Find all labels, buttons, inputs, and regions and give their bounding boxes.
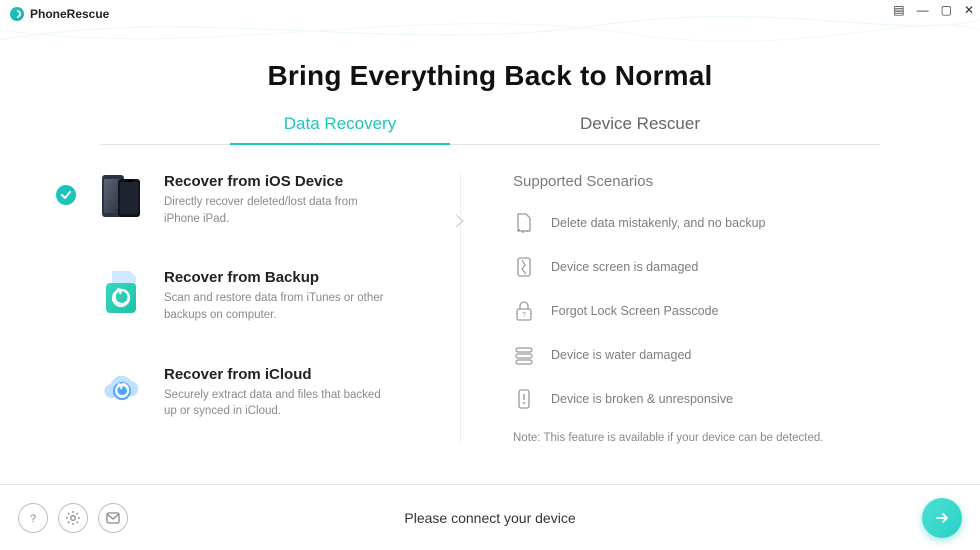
scenario-item: Device screen is damaged — [513, 256, 880, 278]
tab-device-rescuer[interactable]: Device Rescuer — [490, 114, 790, 144]
scenarios-note: Note: This feature is available if your … — [513, 432, 880, 444]
scenario-item: Device is water damaged — [513, 344, 880, 366]
svg-text:?: ? — [30, 513, 36, 525]
scenario-item: Delete data mistakenly, and no backup — [513, 212, 880, 234]
app-window: PhoneRescue ▤ — ▢ ✕ Bring Everything Bac… — [0, 0, 980, 550]
scenarios-heading: Supported Scenarios — [513, 173, 880, 190]
window-menu-icon[interactable]: ▤ — [893, 4, 904, 16]
next-button[interactable] — [922, 498, 962, 538]
main-content: Bring Everything Back to Normal Data Rec… — [0, 30, 980, 480]
window-close-button[interactable]: ✕ — [964, 4, 974, 16]
option-recover-backup[interactable]: Recover from Backup Scan and restore dat… — [100, 269, 460, 323]
option-recover-ios[interactable]: Recover from iOS Device Directly recover… — [100, 173, 460, 227]
option-icloud-title: Recover from iCloud — [164, 366, 384, 383]
water-damage-icon — [513, 344, 535, 366]
app-logo-icon — [10, 7, 24, 21]
option-backup-title: Recover from Backup — [164, 269, 384, 286]
window-minimize-button[interactable]: — — [917, 4, 929, 16]
option-icloud-desc: Securely extract data and files that bac… — [164, 387, 384, 420]
scenario-label: Forgot Lock Screen Passcode — [551, 304, 718, 318]
cracked-screen-icon — [513, 256, 535, 278]
option-icloud-text: Recover from iCloud Securely extract dat… — [164, 366, 384, 420]
help-button[interactable]: ? — [18, 503, 48, 533]
recovery-options: Recover from iOS Device Directly recover… — [100, 173, 460, 444]
option-ios-text: Recover from iOS Device Directly recover… — [164, 173, 384, 227]
title-bar: PhoneRescue ▤ — ▢ ✕ — [0, 0, 980, 28]
option-ios-desc: Directly recover deleted/lost data from … — [164, 194, 384, 227]
scenario-label: Device screen is damaged — [551, 260, 698, 274]
content-columns: Recover from iOS Device Directly recover… — [100, 173, 880, 444]
scenario-label: Device is broken & unresponsive — [551, 392, 733, 406]
selected-check-icon — [56, 185, 76, 205]
mode-tabs: Data Recovery Device Rescuer — [100, 114, 880, 145]
window-controls: ▤ — ▢ ✕ — [893, 4, 974, 16]
app-name: PhoneRescue — [30, 7, 109, 21]
page-title: Bring Everything Back to Normal — [100, 60, 880, 92]
ios-device-icon — [100, 173, 146, 219]
scenario-label: Delete data mistakenly, and no backup — [551, 216, 765, 230]
scenario-item: ? Forgot Lock Screen Passcode — [513, 300, 880, 322]
scenario-label: Device is water damaged — [551, 348, 691, 362]
alert-device-icon — [513, 388, 535, 410]
feedback-button[interactable] — [98, 503, 128, 533]
chevron-right-icon — [454, 213, 466, 229]
option-backup-desc: Scan and restore data from iTunes or oth… — [164, 290, 384, 323]
backup-file-icon — [100, 269, 146, 315]
window-maximize-button[interactable]: ▢ — [941, 4, 952, 16]
file-delete-icon — [513, 212, 535, 234]
scenario-item: Device is broken & unresponsive — [513, 388, 880, 410]
footer-bar: ? Please connect your device — [0, 484, 980, 550]
app-brand: PhoneRescue — [10, 7, 109, 21]
scenarios-panel: Supported Scenarios Delete data mistaken… — [460, 173, 880, 444]
icloud-icon — [100, 366, 146, 412]
option-backup-text: Recover from Backup Scan and restore dat… — [164, 269, 384, 323]
svg-text:?: ? — [522, 312, 526, 319]
settings-button[interactable] — [58, 503, 88, 533]
footer-message: Please connect your device — [404, 510, 575, 526]
option-recover-icloud[interactable]: Recover from iCloud Securely extract dat… — [100, 366, 460, 420]
lock-icon: ? — [513, 300, 535, 322]
option-ios-title: Recover from iOS Device — [164, 173, 384, 190]
tab-data-recovery[interactable]: Data Recovery — [190, 114, 490, 144]
